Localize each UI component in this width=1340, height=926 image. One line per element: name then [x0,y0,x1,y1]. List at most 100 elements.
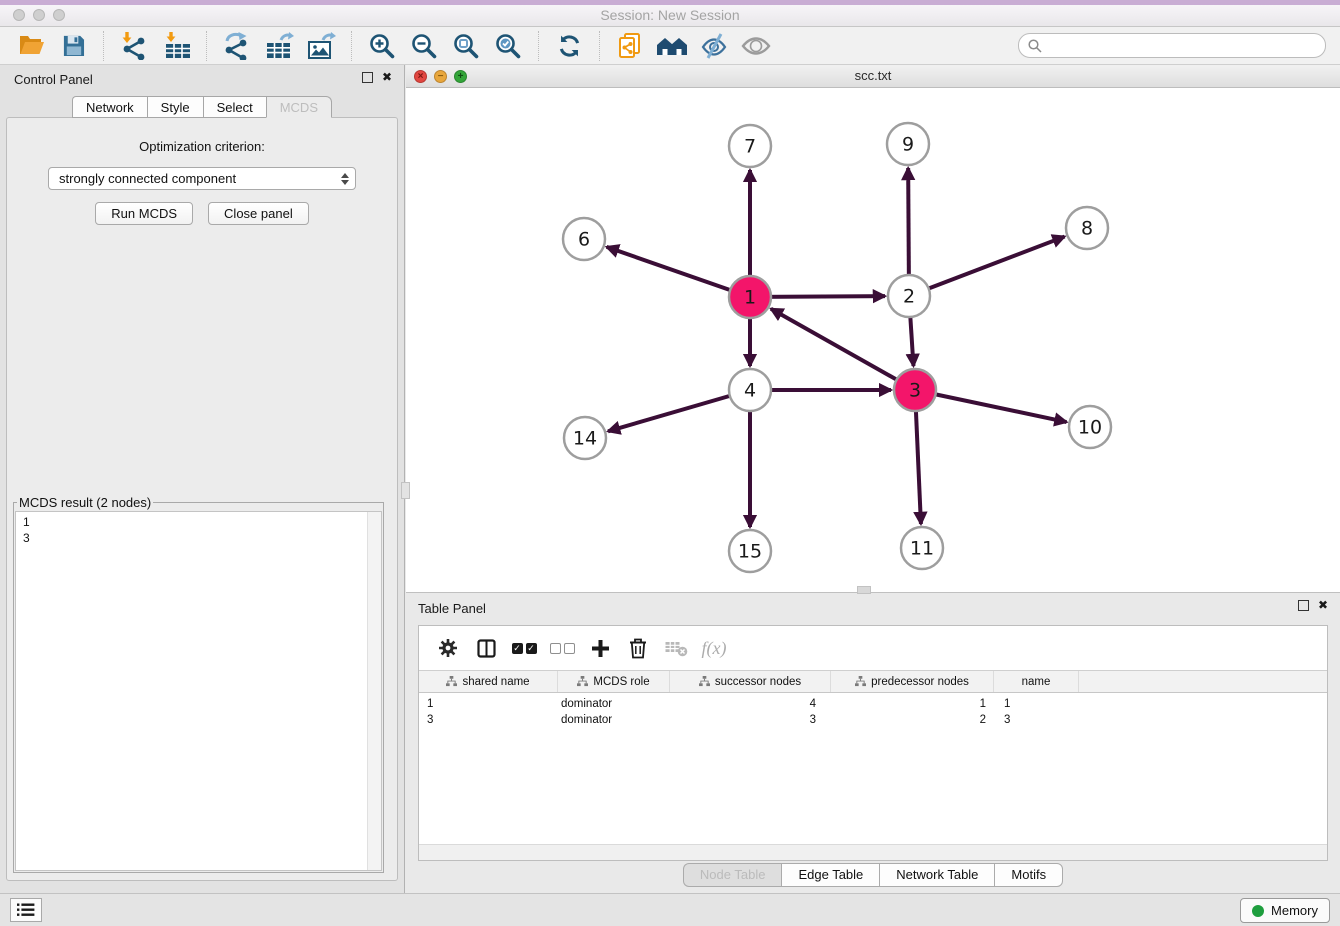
criterion-dropdown[interactable]: strongly connected component [48,167,356,190]
zoom-out-button[interactable] [407,30,441,62]
tab-edge-table[interactable]: Edge Table [781,863,879,887]
control-panel-tabs: Network Style Select MCDS [0,96,404,118]
cell-mcds-role[interactable]: dominator [558,712,670,728]
export-table-icon [264,32,294,60]
panel-splitter-grip[interactable] [401,482,410,499]
dropdown-stepper-icon [341,173,349,185]
window-controls[interactable] [13,9,65,21]
select-all-columns-button[interactable]: ✓✓ [511,633,537,663]
table-row[interactable]: 3 dominator 3 2 3 [419,712,1327,728]
cell-name[interactable]: 3 [994,712,1079,728]
cell-successor-nodes[interactable]: 3 [670,712,831,728]
zoom-fit-icon [453,33,479,59]
table-row[interactable]: 1 dominator 4 1 1 [419,696,1327,712]
export-network-button[interactable] [220,30,254,62]
control-panel-title: Control Panel [14,72,93,87]
import-table-button[interactable] [159,30,193,62]
zoom-fit-button[interactable] [449,30,483,62]
cell-predecessor-nodes[interactable]: 1 [831,696,994,712]
run-mcds-button[interactable]: Run MCDS [95,202,193,225]
graph-node-label-6: 6 [578,229,590,251]
columns-icon [477,639,496,658]
delete-table-icon [665,640,688,657]
tab-network[interactable]: Network [72,96,147,118]
table-settings-button[interactable] [435,633,461,663]
task-history-button[interactable] [10,898,42,922]
tab-style[interactable]: Style [147,96,203,118]
window-splitter-grip[interactable] [857,586,871,594]
cell-mcds-role[interactable]: dominator [558,696,670,712]
result-item[interactable]: 3 [23,530,363,546]
table-panel-tabs: Node Table Edge Table Network Table Moti… [406,863,1340,887]
apply-layout-button[interactable] [552,30,586,62]
memory-button[interactable]: Memory [1240,898,1330,923]
graph-edge-2-8[interactable] [909,237,1065,296]
tab-network-table[interactable]: Network Table [879,863,994,887]
graph-edge-3-1[interactable] [771,309,915,390]
table-toolbar: ✓✓ [419,626,1327,670]
search-field[interactable] [1018,33,1326,58]
export-table-button[interactable] [262,30,296,62]
show-all-button[interactable] [739,30,773,62]
cell-successor-nodes[interactable]: 4 [670,696,831,712]
float-panel-button[interactable] [362,72,373,83]
close-panel-button[interactable]: Close panel [208,202,309,225]
result-scrollbar[interactable] [367,512,381,870]
delete-column-button[interactable] [625,633,651,663]
add-column-button[interactable] [587,633,613,663]
deselect-all-columns-button[interactable] [549,633,575,663]
export-image-button[interactable] [304,30,338,62]
close-window-button[interactable] [13,9,25,21]
open-file-button[interactable] [14,30,48,62]
hide-selected-button[interactable] [697,30,731,62]
cell-predecessor-nodes[interactable]: 2 [831,712,994,728]
network-window-titlebar[interactable]: × − + scc.txt [406,65,1340,88]
tab-select[interactable]: Select [203,96,266,118]
table-panel: Table Panel ✖ [406,593,1340,893]
result-item[interactable]: 1 [23,514,363,530]
float-table-panel-button[interactable] [1298,600,1309,611]
graph-edge-1-6[interactable] [607,247,750,297]
minimize-window-button[interactable] [33,9,45,21]
column-header-name[interactable]: name [994,671,1079,692]
maximize-window-button[interactable] [53,9,65,21]
unchecked-boxes-icon [550,643,575,654]
tab-mcds[interactable]: MCDS [266,96,332,118]
close-panel-icon[interactable]: ✖ [382,71,392,83]
tab-node-table[interactable]: Node Table [683,863,782,887]
column-header-mcds-role[interactable]: MCDS role [558,671,670,692]
mcds-result-list[interactable]: 1 3 [15,511,382,871]
network-canvas[interactable]: 7968124314101511 [406,88,1340,593]
tab-motifs[interactable]: Motifs [994,863,1063,887]
first-neighbors-button[interactable] [655,30,689,62]
close-table-panel-icon[interactable]: ✖ [1318,599,1328,611]
column-header-shared-name[interactable]: shared name [419,671,558,692]
column-layout-button[interactable] [473,633,499,663]
import-network-button[interactable] [117,30,151,62]
control-panel-header: Control Panel ✖ [0,65,404,95]
graph-node-label-10: 10 [1078,417,1102,439]
clone-network-button[interactable] [613,30,647,62]
close-network-button[interactable]: × [414,70,427,83]
save-session-button[interactable] [56,30,90,62]
cell-shared-name[interactable]: 3 [419,712,558,728]
cell-shared-name[interactable]: 1 [419,696,558,712]
zoom-in-icon [369,33,395,59]
delete-table-button[interactable] [663,633,689,663]
zoom-selected-button[interactable] [491,30,525,62]
column-header-successor-nodes[interactable]: successor nodes [670,671,831,692]
table-horizontal-scrollbar[interactable] [419,844,1327,860]
search-input[interactable] [1048,37,1316,54]
zoom-in-button[interactable] [365,30,399,62]
column-header-predecessor-nodes[interactable]: predecessor nodes [831,671,994,692]
checked-boxes-icon: ✓✓ [512,643,537,654]
minimize-network-button[interactable]: − [434,70,447,83]
cell-name[interactable]: 1 [994,696,1079,712]
function-builder-button[interactable]: f(x) [701,633,727,663]
graph-edge-3-10[interactable] [915,390,1067,422]
toolbar-separator [103,31,104,61]
maximize-network-button[interactable]: + [454,70,467,83]
import-network-icon [120,32,148,60]
memory-label: Memory [1271,903,1318,918]
save-icon [62,34,85,57]
